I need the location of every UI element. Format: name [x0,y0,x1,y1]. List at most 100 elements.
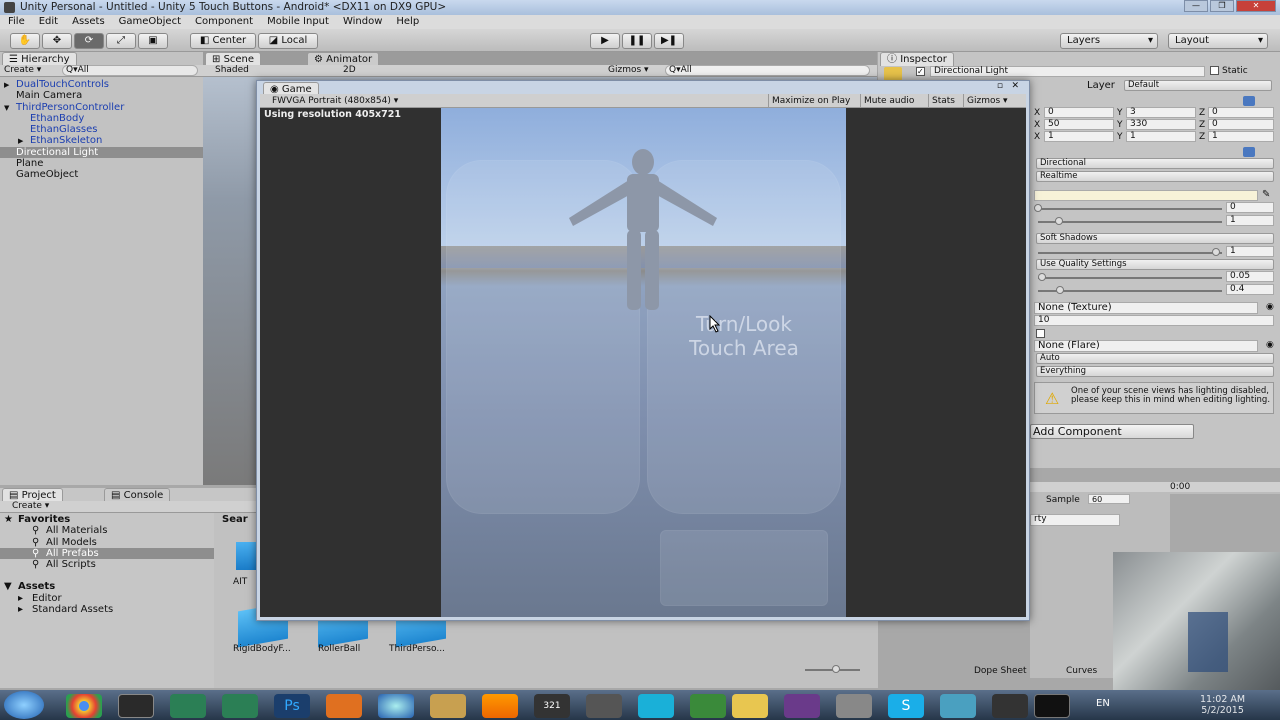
move-tool-icon[interactable]: ✥ [42,33,72,49]
expand-arrow-icon[interactable]: ▼ [4,103,16,114]
strength-knob[interactable] [1212,248,1220,256]
bias-slider[interactable] [1038,277,1222,279]
normal-bias-knob[interactable] [1056,286,1064,294]
asset-name[interactable]: RollerBall [318,644,360,654]
project-tree-item[interactable]: ⚲ All Prefabs [0,547,214,560]
app-icon[interactable] [638,694,674,718]
skype-icon[interactable]: S [888,694,924,718]
scene-search-input[interactable]: Q▾All [665,65,870,76]
menu-mobile-input[interactable]: Mobile Input [267,15,329,29]
hierarchy-item[interactable]: EthanBody [0,113,203,124]
property-field[interactable]: rty [1030,514,1120,526]
step-button[interactable]: ▶❚ [654,33,684,49]
bias-field[interactable]: 0.05 [1226,271,1274,282]
object-name-field[interactable]: Directional Light [930,66,1205,77]
hierarchy-item[interactable]: Main Camera [0,90,203,101]
project-tree-item[interactable]: ★ Favorites [0,514,214,525]
project-tree-item[interactable]: ⚲ All Scripts [0,559,214,570]
menu-assets[interactable]: Assets [72,15,105,29]
app-icon[interactable] [430,694,466,718]
shading-mode-dropdown[interactable]: Shaded [215,65,249,75]
intensity-slider[interactable] [1038,208,1222,210]
scene-gizmos-dropdown[interactable]: Gizmos ▾ [608,65,649,75]
layers-dropdown[interactable]: Layers ▾ [1060,33,1158,49]
window-close-icon[interactable]: ✕ [1011,81,1019,91]
play-button[interactable]: ▶ [590,33,620,49]
curves-tab[interactable]: Curves [1066,666,1097,676]
strength-slider[interactable] [1038,252,1222,254]
position-y[interactable]: 3 [1126,107,1196,118]
hierarchy-item[interactable]: GameObject [0,169,203,180]
flare-picker-icon[interactable]: ◉ [1266,340,1274,350]
hierarchy-item[interactable]: ▶ EthanSkeleton [0,135,203,146]
scale-x[interactable]: 1 [1044,131,1114,142]
2d-toggle[interactable]: 2D [343,65,356,75]
app-icon[interactable]: 321 [534,694,570,718]
menu-component[interactable]: Component [195,15,253,29]
bias-knob[interactable] [1038,273,1046,281]
folder-icon[interactable] [732,694,768,718]
sample-field[interactable]: 60 [1088,494,1130,504]
minimize-button[interactable]: — [1184,0,1208,12]
shadow-type-dropdown[interactable]: Soft Shadows [1036,233,1274,244]
strength-field[interactable]: 1 [1226,246,1274,257]
flare-field[interactable]: None (Flare) [1034,340,1258,352]
add-component-button[interactable]: Add Component [1030,424,1194,439]
maximize-on-play-toggle[interactable]: Maximize on Play [768,94,850,108]
prefab-icon[interactable] [236,542,256,570]
app-icon[interactable] [836,694,872,718]
culling-mask-dropdown[interactable]: Everything [1036,366,1274,377]
menu-edit[interactable]: Edit [39,15,58,29]
layout-dropdown[interactable]: Layout ▾ [1168,33,1268,49]
menu-gameobject[interactable]: GameObject [119,15,181,29]
app-icon[interactable] [326,694,362,718]
menu-window[interactable]: Window [343,15,382,29]
app-icon[interactable] [784,694,820,718]
tab-project[interactable]: ▤ Project [2,488,63,502]
bounce-knob[interactable] [1055,217,1063,225]
project-tree-item[interactable]: ⚲ All Materials [0,525,214,536]
app-icon[interactable] [586,694,622,718]
terminal-icon[interactable] [1034,694,1070,718]
pivot-center-button[interactable]: ◧ Center [190,33,256,49]
pivot-local-button[interactable]: ◪ Local [258,33,318,49]
cookie-size-field[interactable]: 10 [1034,315,1274,326]
bounce-field[interactable]: 1 [1226,215,1274,226]
app-icon[interactable] [378,694,414,718]
vlc-icon[interactable] [482,694,518,718]
asset-name[interactable]: AIT [233,577,247,587]
app-icon[interactable] [940,694,976,718]
hierarchy-item[interactable]: ▼ ThirdPersonController [0,102,203,113]
pause-button[interactable]: ❚❚ [622,33,652,49]
unity-taskbar-icon[interactable] [118,694,154,718]
rotation-z[interactable]: 0 [1208,119,1274,130]
stats-toggle[interactable]: Stats [928,94,955,108]
cookie-field[interactable]: None (Texture) [1034,302,1258,314]
maximize-button[interactable]: ❐ [1210,0,1234,12]
tab-hierarchy[interactable]: ☰ Hierarchy [2,52,77,66]
game-viewport[interactable]: Turn/Look Touch Area [441,108,846,617]
rotation-x[interactable]: 50 [1044,119,1114,130]
tab-animator[interactable]: ⚙ Animator [307,52,380,66]
icon-size-knob[interactable] [832,665,840,673]
scale-tool-icon[interactable]: ⤢ [106,33,136,49]
render-mode-dropdown[interactable]: Auto [1036,353,1274,364]
dope-sheet-tab[interactable]: Dope Sheet [974,666,1027,676]
tab-scene[interactable]: ⊞ Scene [205,52,262,66]
shadow-resolution-dropdown[interactable]: Use Quality Settings [1036,259,1274,270]
active-checkbox[interactable]: ✓ [916,67,925,76]
app-icon[interactable] [170,694,206,718]
hierarchy-create-button[interactable]: Create ▾ [4,65,41,75]
asset-name[interactable]: ThirdPerso... [389,644,445,654]
normal-bias-field[interactable]: 0.4 [1226,284,1274,295]
menu-help[interactable]: Help [396,15,419,29]
game-view[interactable]: Using resolution 405x721 Turn/Look Touch… [260,108,1026,617]
intensity-field[interactable]: 0 [1226,202,1274,213]
window-maximize-icon[interactable]: ▫ [997,81,1003,91]
app-icon[interactable] [992,694,1028,718]
scale-y[interactable]: 1 [1126,131,1196,142]
eyedropper-icon[interactable]: ✎ [1262,189,1270,200]
transform-help-icon[interactable] [1243,96,1255,106]
hierarchy-item[interactable]: Plane [0,158,203,169]
app-icon[interactable] [690,694,726,718]
